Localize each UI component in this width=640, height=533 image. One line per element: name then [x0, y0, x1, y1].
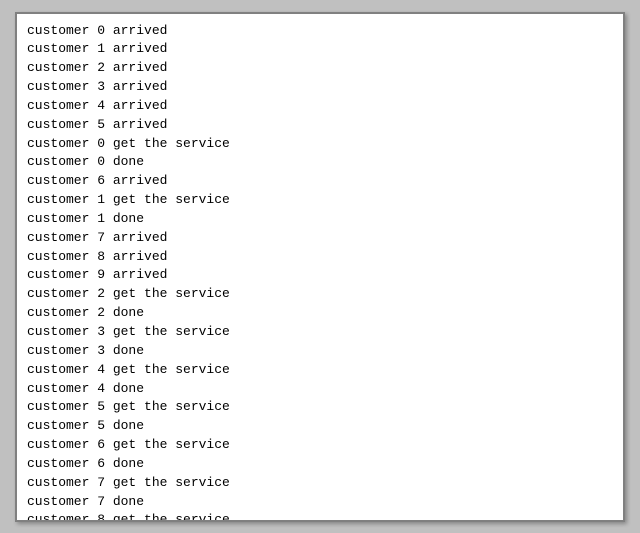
terminal-line: customer 6 arrived: [27, 172, 613, 191]
terminal-line: customer 0 arrived: [27, 22, 613, 41]
terminal-line: customer 8 arrived: [27, 248, 613, 267]
terminal-line: customer 4 done: [27, 380, 613, 399]
terminal-line: customer 7 done: [27, 493, 613, 512]
terminal-line: customer 8 get the service: [27, 511, 613, 519]
terminal-line: customer 3 get the service: [27, 323, 613, 342]
terminal-line: customer 7 arrived: [27, 229, 613, 248]
terminal-line: customer 6 get the service: [27, 436, 613, 455]
terminal-output: customer 0 arrivedcustomer 1 arrivedcust…: [17, 14, 623, 520]
terminal-line: customer 3 arrived: [27, 78, 613, 97]
terminal-line: customer 2 get the service: [27, 285, 613, 304]
terminal-line: customer 1 arrived: [27, 40, 613, 59]
terminal-line: customer 1 done: [27, 210, 613, 229]
terminal-line: customer 4 get the service: [27, 361, 613, 380]
terminal-line: customer 7 get the service: [27, 474, 613, 493]
terminal-line: customer 2 done: [27, 304, 613, 323]
terminal-line: customer 0 done: [27, 153, 613, 172]
terminal-line: customer 5 get the service: [27, 398, 613, 417]
terminal-line: customer 3 done: [27, 342, 613, 361]
terminal-window: customer 0 arrivedcustomer 1 arrivedcust…: [15, 12, 625, 522]
terminal-line: customer 9 arrived: [27, 266, 613, 285]
terminal-line: customer 4 arrived: [27, 97, 613, 116]
terminal-line: customer 0 get the service: [27, 135, 613, 154]
terminal-line: customer 5 arrived: [27, 116, 613, 135]
terminal-line: customer 6 done: [27, 455, 613, 474]
terminal-line: customer 5 done: [27, 417, 613, 436]
terminal-line: customer 2 arrived: [27, 59, 613, 78]
terminal-line: customer 1 get the service: [27, 191, 613, 210]
